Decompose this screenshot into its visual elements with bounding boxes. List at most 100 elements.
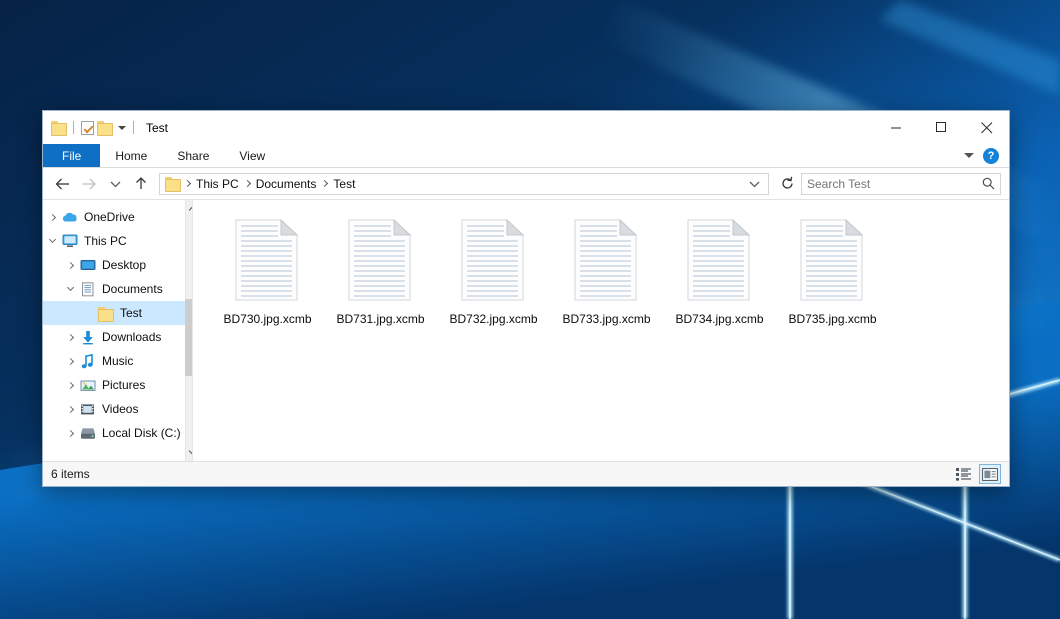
sidebar-item-label: Downloads [102,330,161,344]
folder-icon[interactable] [51,121,66,134]
expander-icon[interactable] [61,373,79,397]
title-bar[interactable]: Test [43,111,1009,144]
sidebar-item-this-pc[interactable]: This PC [43,229,185,253]
refresh-icon[interactable] [775,172,799,196]
sidebar-item-videos[interactable]: Videos [43,397,185,421]
sidebar-item-label: Music [102,354,133,368]
view-toggle-group [953,464,1001,484]
file-item[interactable]: BD731.jpg.xcmb [324,214,437,326]
sidebar-item-music[interactable]: Music [43,349,185,373]
scroll-up-icon[interactable] [185,200,193,217]
file-item[interactable]: BD732.jpg.xcmb [437,214,550,326]
scrollbar-track[interactable] [185,217,193,444]
minimize-button[interactable] [874,111,919,144]
file-item[interactable]: BD735.jpg.xcmb [776,214,889,326]
expander-icon[interactable] [43,205,61,229]
sidebar-item-onedrive[interactable]: OneDrive [43,205,185,229]
generic-document-icon [685,218,755,302]
folder-tree: OneDrive This PC [43,200,185,461]
navigation-bar: This PC Documents Test [43,168,1009,199]
generic-document-icon [459,218,529,302]
generic-document-icon [798,218,868,302]
navigation-pane: OneDrive This PC [43,200,193,461]
file-name: BD732.jpg.xcmb [449,312,537,326]
tab-home[interactable]: Home [100,144,162,167]
search-input[interactable] [807,177,982,191]
details-view-button[interactable] [953,464,975,484]
forward-button[interactable] [77,172,101,196]
address-bar[interactable]: This PC Documents Test [159,173,769,195]
sidebar-item-downloads[interactable]: Downloads [43,325,185,349]
file-name: BD735.jpg.xcmb [788,312,876,326]
sidebar-item-documents[interactable]: Documents [43,277,185,301]
downloads-icon [79,329,96,345]
tab-view[interactable]: View [224,144,280,167]
sidebar-item-local-disk[interactable]: Local Disk (C:) [43,421,185,445]
ribbon-right-group: ? [964,144,1009,167]
expander-icon[interactable] [61,253,79,277]
videos-icon [79,401,96,417]
tab-share[interactable]: Share [162,144,224,167]
sidebar-item-label: OneDrive [84,210,135,224]
breadcrumb-documents[interactable]: Documents [253,177,320,191]
sidebar-item-label: Desktop [102,258,146,272]
close-button[interactable] [964,111,1009,144]
scroll-down-icon[interactable] [185,444,193,461]
documents-icon [79,281,96,297]
folder-icon [97,305,114,321]
up-button[interactable] [129,172,153,196]
window-title: Test [146,121,168,135]
properties-icon[interactable] [81,121,94,135]
sidebar-scrollbar[interactable] [185,200,193,461]
maximize-button[interactable] [919,111,964,144]
help-icon[interactable]: ? [983,148,999,164]
expander-icon[interactable] [61,421,79,445]
scrollbar-thumb[interactable] [185,299,193,376]
generic-document-icon [233,218,303,302]
file-item[interactable]: BD734.jpg.xcmb [663,214,776,326]
desktop-icon [79,257,96,273]
expander-icon[interactable] [61,397,79,421]
breadcrumb-separator-1 [245,180,250,188]
file-item[interactable]: BD730.jpg.xcmb [211,214,324,326]
breadcrumb-separator-2 [322,180,327,188]
tab-file[interactable]: File [43,144,100,167]
expander-placeholder [79,301,97,325]
chevron-down-icon[interactable] [964,153,974,158]
item-count-label: 6 items [51,467,90,481]
sidebar-item-label: Test [120,306,142,320]
expander-icon[interactable] [61,325,79,349]
onedrive-icon [61,209,78,225]
file-grid: BD730.jpg.xcmb [211,214,1009,326]
sidebar-item-test[interactable]: Test [43,301,185,325]
desktop: Test File Home Share [0,0,1060,619]
expander-icon[interactable] [61,349,79,373]
sidebar-item-desktop[interactable]: Desktop [43,253,185,277]
expander-icon[interactable] [43,229,61,253]
file-name: BD733.jpg.xcmb [562,312,650,326]
customize-caret-icon[interactable] [118,126,126,130]
thispc-icon [61,233,78,249]
quick-access-toolbar [43,121,138,135]
new-folder-icon[interactable] [97,121,112,134]
generic-document-icon [346,218,416,302]
ribbon-tabs: File Home Share View ? [43,144,1009,168]
file-item[interactable]: BD733.jpg.xcmb [550,214,663,326]
file-explorer-window: Test File Home Share [42,110,1010,487]
previous-locations-icon[interactable] [742,172,766,196]
sidebar-item-label: This PC [84,234,127,248]
sidebar-item-label: Local Disk (C:) [102,426,181,440]
breadcrumb-test[interactable]: Test [330,177,358,191]
recent-locations-icon[interactable] [103,172,127,196]
sidebar-item-label: Videos [102,402,138,416]
large-icons-view-button[interactable] [979,464,1001,484]
search-box[interactable] [801,173,1001,195]
expander-icon[interactable] [61,277,79,301]
search-icon [982,177,995,190]
address-folder-icon [165,177,180,190]
file-list-view[interactable]: BD730.jpg.xcmb [193,200,1009,461]
file-name: BD734.jpg.xcmb [675,312,763,326]
breadcrumb-this-pc[interactable]: This PC [193,177,242,191]
back-button[interactable] [51,172,75,196]
sidebar-item-pictures[interactable]: Pictures [43,373,185,397]
